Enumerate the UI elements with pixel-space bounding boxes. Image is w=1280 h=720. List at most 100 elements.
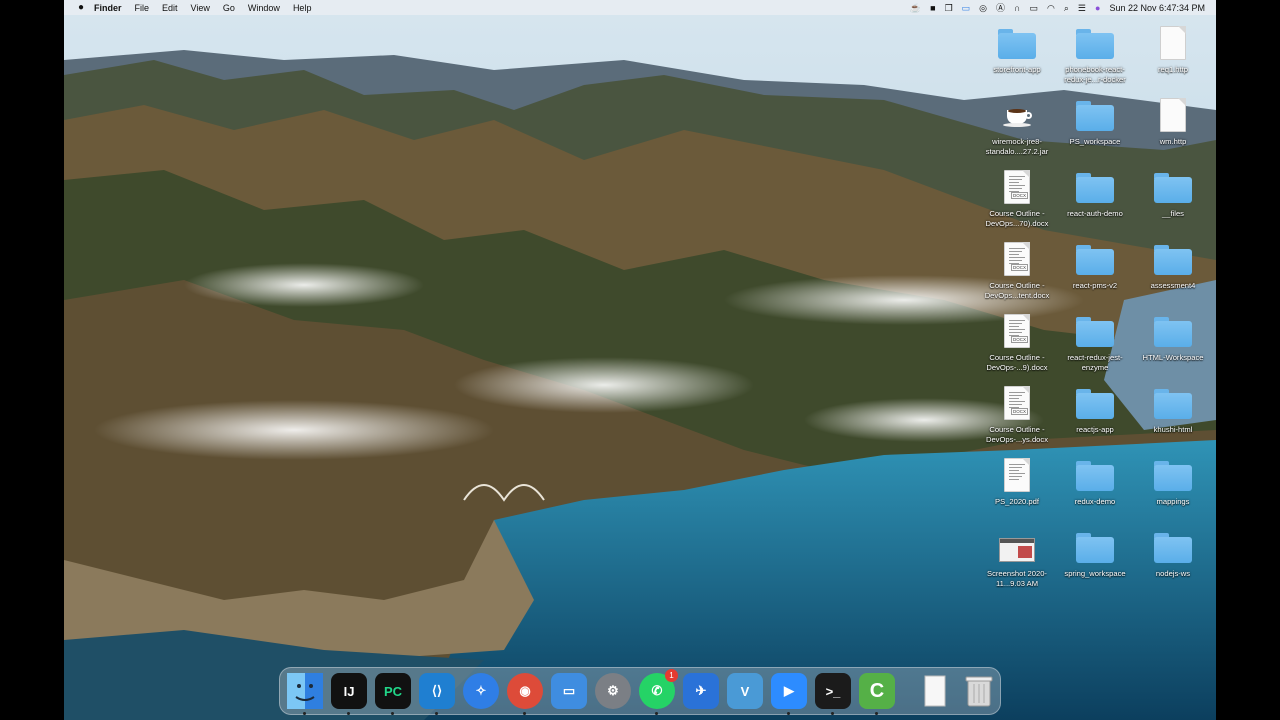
word-document-icon: DOCX — [995, 240, 1039, 280]
intellij-idea-icon[interactable]: IJ — [331, 673, 367, 715]
siri-icon[interactable]: ● — [1095, 3, 1100, 13]
desktop-item-label: redux-demo — [1074, 497, 1116, 506]
desktop-item-folder[interactable]: storefront-app — [978, 24, 1056, 75]
desktop-item-label: Screenshot 2020-11...9.03 AM — [987, 569, 1047, 588]
folder-icon — [1073, 240, 1117, 280]
word-document-icon: DOCX — [995, 312, 1039, 352]
folder-icon — [1151, 240, 1195, 280]
k-icon[interactable]: ■ — [930, 3, 935, 13]
running-indicator — [303, 712, 306, 715]
copy-icon[interactable]: ❐ — [945, 3, 953, 13]
desktop-item-docx[interactable]: DOCX Course Outline - DevOps...70).docx — [978, 168, 1056, 229]
menu-window[interactable]: Window — [244, 3, 289, 13]
dock-glyph: ⚙ — [607, 683, 619, 698]
menu-file[interactable]: File — [131, 3, 159, 13]
desktop-item-pdf[interactable]: PS_2020.pdf — [978, 456, 1056, 507]
desktop-item-label: HTML-Workspace — [1142, 353, 1204, 362]
trash-icon[interactable] — [961, 673, 997, 709]
zoom-icon[interactable]: ▶ — [771, 673, 807, 715]
app-menu-finder[interactable]: Finder — [92, 3, 131, 13]
folder-icon — [1151, 312, 1195, 352]
downloads-stack-icon[interactable] — [917, 673, 953, 709]
desktop-item-label: mappings — [1156, 497, 1190, 506]
desktop-item-label: Course Outline - DevOps-...ys.docx — [985, 425, 1049, 444]
dock-glyph: V — [740, 683, 750, 699]
desktop-item-label: spring_workspace — [1064, 569, 1126, 578]
desktop-item-label: __files — [1162, 209, 1184, 218]
menu-edit[interactable]: Edit — [158, 3, 187, 13]
word-document-icon: DOCX — [995, 168, 1039, 208]
coffee-cup-icon[interactable]: ☕ — [910, 3, 921, 13]
system-preferences-icon[interactable]: ⚙ — [595, 673, 631, 709]
desktop-item-folder[interactable]: __files — [1134, 168, 1212, 219]
apple-menu-icon[interactable]: ● — [70, 2, 92, 13]
desktop-item-document[interactable]: wm.http — [1134, 96, 1212, 147]
dock-glyph: ✆ — [651, 683, 663, 698]
dock-glyph: C — [869, 679, 885, 702]
control-center-icon[interactable]: ☰ — [1078, 3, 1086, 13]
desktop-item-document[interactable]: req1.http — [1134, 24, 1212, 75]
desktop-item-folder[interactable]: redux-demo — [1056, 456, 1134, 507]
java-jar-icon — [995, 96, 1039, 136]
menu-view[interactable]: View — [187, 3, 219, 13]
desktop-item-folder[interactable]: spring_workspace — [1056, 528, 1134, 579]
wifi-icon[interactable]: ◠ — [1047, 3, 1055, 13]
keynote-icon[interactable]: ▭ — [551, 673, 587, 709]
desktop-item-folder[interactable]: PS_workspace — [1056, 96, 1134, 147]
desktop-item-folder[interactable]: khushi-html — [1134, 384, 1212, 435]
desktop-item-label: req1.http — [1158, 65, 1188, 74]
finder-icon[interactable] — [287, 673, 323, 715]
menu-go[interactable]: Go — [219, 3, 244, 13]
safari-icon[interactable]: ✧ — [463, 673, 499, 709]
desktop-item-folder[interactable]: react-auth-demo — [1056, 168, 1134, 219]
desktop-item-folder[interactable]: mappings — [1134, 456, 1212, 507]
desktop-item-docx[interactable]: DOCX Course Outline - DevOps-...ys.docx — [978, 384, 1056, 445]
menu-help[interactable]: Help — [289, 3, 321, 13]
running-indicator — [787, 712, 790, 715]
a-icon[interactable]: Ⓐ — [996, 3, 1005, 13]
dock-glyph: ◉ — [519, 683, 531, 698]
folder-icon — [1073, 312, 1117, 352]
window-icon[interactable]: ▭ — [962, 3, 971, 13]
pycharm-icon[interactable]: PC — [375, 673, 411, 715]
menu-clock[interactable]: Sun 22 Nov 6:47:34 PM — [1109, 3, 1205, 13]
mail-bird-icon[interactable]: ✈ — [683, 673, 719, 709]
desktop-item-docx[interactable]: DOCX Course Outline - DevOps-...9).docx — [978, 312, 1056, 373]
podcast-icon[interactable]: ◎ — [979, 3, 987, 13]
folder-icon — [995, 24, 1039, 64]
folder-icon — [1151, 168, 1195, 208]
terminal-icon[interactable]: >_ — [815, 673, 851, 715]
desktop-item-jar[interactable]: wiremock-jre8-standalo....27.2.jar — [978, 96, 1056, 157]
running-indicator — [435, 712, 438, 715]
vscode-icon[interactable]: ⟨⟩ — [419, 673, 455, 715]
desktop-item-folder[interactable]: assessment4 — [1134, 240, 1212, 291]
desktop-item-label: reactjs-app — [1076, 425, 1114, 434]
desktop-item-folder[interactable]: nodejs-ws — [1134, 528, 1212, 579]
folder-icon — [1073, 384, 1117, 424]
document-icon — [1151, 24, 1195, 64]
running-indicator — [391, 712, 394, 715]
desktop-item-label: wiremock-jre8-standalo....27.2.jar — [985, 137, 1049, 156]
whatsapp-icon[interactable]: ✆ 1 — [639, 669, 678, 715]
desktop-item-folder[interactable]: react-pms-v2 — [1056, 240, 1134, 291]
folder-icon — [1073, 456, 1117, 496]
search-icon[interactable]: ⌕ — [1064, 3, 1069, 13]
notification-badge: 1 — [665, 669, 678, 682]
desktop-item-label: react-auth-demo — [1067, 209, 1123, 218]
camtasia-icon[interactable]: C — [859, 673, 895, 715]
headphones-icon[interactable]: ∩ — [1014, 3, 1020, 13]
word-document-icon: DOCX — [995, 384, 1039, 424]
battery-icon[interactable]: ▭ — [1030, 3, 1039, 13]
vmware-icon[interactable]: V — [727, 673, 763, 709]
desktop-item-label: phonebook-react-redux-je...r-docker — [1064, 65, 1126, 84]
menu-bar: ● Finder File Edit View Go Window Help ☕… — [64, 0, 1216, 15]
chrome-icon[interactable]: ◉ — [507, 673, 543, 715]
desktop-item-label: storefront-app — [993, 65, 1041, 74]
desktop-item-screenshot[interactable]: Screenshot 2020-11...9.03 AM — [978, 528, 1056, 589]
desktop-item-docx[interactable]: DOCX Course Outline - DevOps...tent.docx — [978, 240, 1056, 301]
desktop-item-folder[interactable]: react-redux-jest-enzyme — [1056, 312, 1134, 373]
desktop-item-folder[interactable]: phonebook-react-redux-je...r-docker — [1056, 24, 1134, 85]
desktop-item-folder[interactable]: reactjs-app — [1056, 384, 1134, 435]
desktop-item-folder[interactable]: HTML-Workspace — [1134, 312, 1212, 363]
desktop-item-label: Course Outline - DevOps-...9).docx — [986, 353, 1048, 372]
